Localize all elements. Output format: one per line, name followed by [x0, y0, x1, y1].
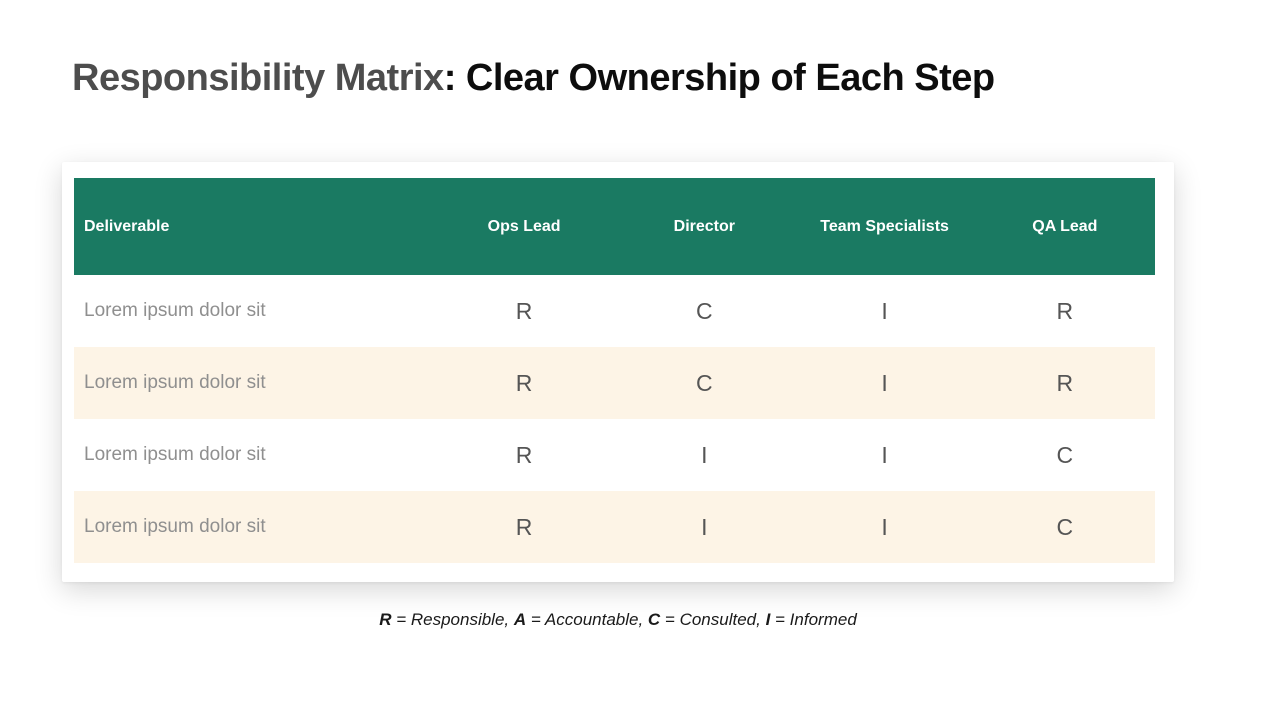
raci-cell: R [974, 275, 1155, 347]
raci-cell: I [794, 347, 975, 419]
page-title: Responsibility Matrix: Clear Ownership o… [72, 55, 995, 101]
raci-cell: C [614, 347, 795, 419]
raci-cell: I [614, 491, 795, 563]
raci-cell: I [794, 491, 975, 563]
raci-cell: R [433, 347, 615, 419]
raci-cell: C [974, 419, 1155, 491]
legend-definition: = Informed [770, 610, 857, 629]
table-row: Lorem ipsum dolor sit R C I R [74, 275, 1155, 347]
column-header-ops-lead: Ops Lead [433, 178, 615, 275]
deliverable-cell: Lorem ipsum dolor sit [74, 275, 434, 347]
legend-key: C [647, 610, 661, 629]
raci-legend: R = Responsible, A = Accountable, C = Co… [62, 610, 1174, 630]
matrix-card: Deliverable Ops Lead Director Team Speciali… [62, 162, 1174, 582]
raci-cell: I [614, 419, 795, 491]
deliverable-cell: Lorem ipsum dolor sit [74, 347, 434, 419]
raci-cell: C [614, 275, 795, 347]
raci-cell: I [794, 419, 975, 491]
legend-definition: = Accountable, [526, 610, 648, 629]
page-title-prefix: Responsibility Matrix [72, 57, 444, 99]
raci-cell: R [974, 347, 1155, 419]
deliverable-cell: Lorem ipsum dolor sit [74, 491, 434, 563]
table-row: Lorem ipsum dolor sit R I I C [74, 419, 1155, 491]
raci-cell: R [433, 275, 615, 347]
raci-cell: I [794, 275, 975, 347]
legend-key: A [513, 610, 527, 629]
legend-definition: = Responsible, [391, 610, 514, 629]
table-header-row: Deliverable Ops Lead Director Team Speciali… [74, 178, 1155, 275]
slide: Responsibility Matrix: Clear Ownership o… [0, 0, 1280, 720]
responsibility-matrix-table: Deliverable Ops Lead Director Team Speciali… [74, 178, 1155, 563]
legend-definition: = Consulted, [660, 610, 766, 629]
column-header-qa-lead: QA Lead [974, 178, 1155, 275]
table-row: Lorem ipsum dolor sit R C I R [74, 347, 1155, 419]
page-title-emphasis: : Clear Ownership of Each Step [443, 57, 995, 99]
column-header-team-specialists: Team Specialists [794, 178, 975, 275]
table-row: Lorem ipsum dolor sit R I I C [74, 491, 1155, 563]
legend-key: R [379, 610, 392, 629]
column-header-director: Director [614, 178, 795, 275]
raci-cell: C [974, 491, 1155, 563]
deliverable-cell: Lorem ipsum dolor sit [74, 419, 434, 491]
raci-cell: R [433, 491, 615, 563]
column-header-deliverable: Deliverable [74, 178, 434, 275]
raci-cell: R [433, 419, 615, 491]
